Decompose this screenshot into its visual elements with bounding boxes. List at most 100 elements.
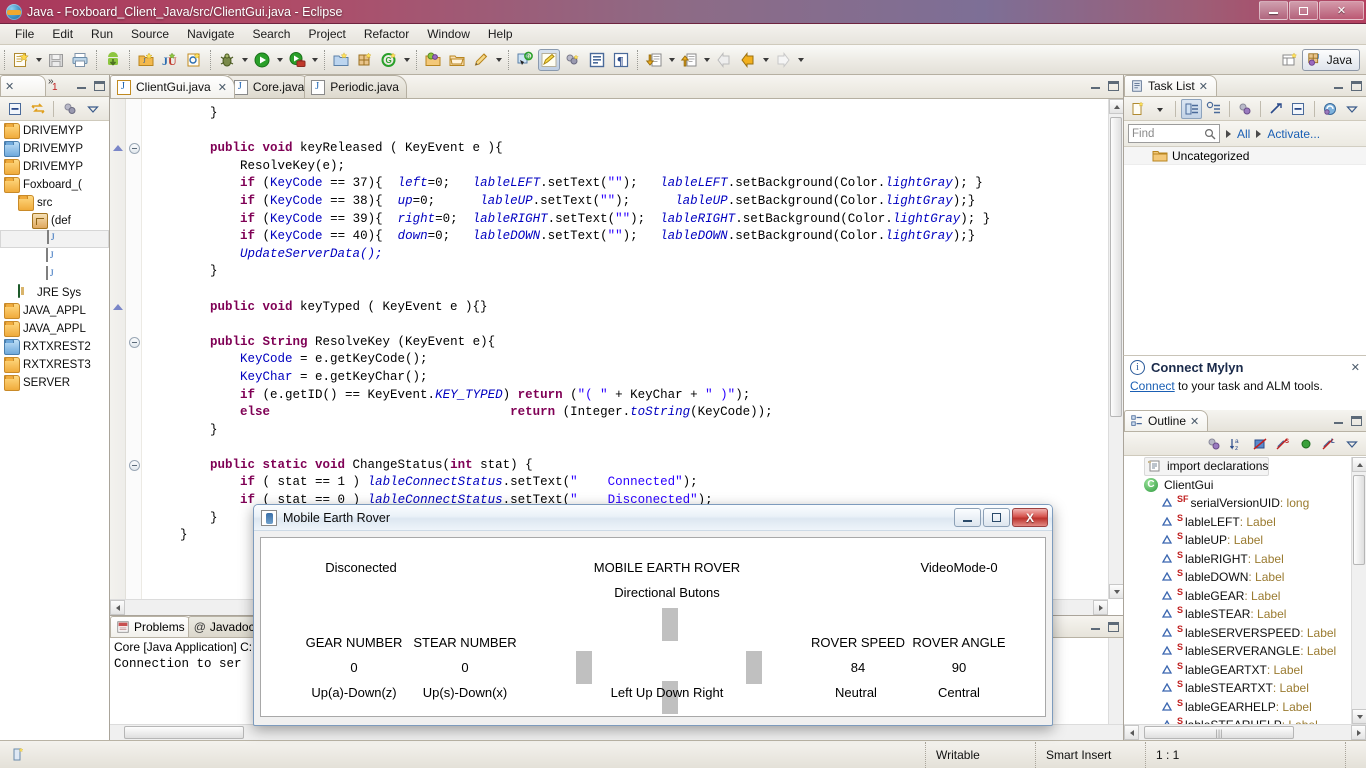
outline-item[interactable]: SlableGEAR : Label bbox=[1124, 587, 1366, 606]
open-perspective-icon[interactable] bbox=[1279, 49, 1301, 71]
new-java-package-icon[interactable]: J bbox=[135, 49, 157, 71]
outline-item[interactable]: SlableSERVERANGLE : Label bbox=[1124, 642, 1366, 661]
focus-on-active-task-icon[interactable] bbox=[1203, 434, 1224, 454]
dpad-left-indicator[interactable] bbox=[576, 651, 592, 684]
menu-search[interactable]: Search bbox=[243, 25, 299, 43]
view-menu-icon[interactable] bbox=[1342, 99, 1362, 119]
outline-item[interactable]: SlableSTEARTXT : Label bbox=[1124, 679, 1366, 698]
package-tree-item[interactable]: JAVA_APPL bbox=[0, 302, 109, 320]
focus-on-workweek-icon[interactable] bbox=[1235, 99, 1255, 119]
android-sdk-manager-icon[interactable] bbox=[102, 49, 124, 71]
task-category-uncategorized[interactable]: Uncategorized bbox=[1124, 147, 1366, 165]
tab-outline[interactable]: Outline ✕ bbox=[1124, 410, 1209, 431]
focus-on-active-task-icon[interactable]: G bbox=[514, 49, 536, 71]
editor-annotation-ruler[interactable] bbox=[110, 99, 126, 615]
hide-fields-icon[interactable] bbox=[1249, 434, 1270, 454]
new-package-icon[interactable] bbox=[354, 49, 376, 71]
outline-item[interactable]: SF serialVersionUID : long bbox=[1124, 494, 1366, 513]
scroll-left-arrow[interactable] bbox=[1124, 725, 1139, 740]
back-dropdown-arrow[interactable] bbox=[760, 49, 771, 71]
maximize-view-icon[interactable] bbox=[1349, 78, 1363, 91]
debug-icon[interactable] bbox=[216, 49, 238, 71]
forward-icon[interactable] bbox=[772, 49, 794, 71]
menu-help[interactable]: Help bbox=[479, 25, 522, 43]
menu-window[interactable]: Window bbox=[418, 25, 479, 43]
outline-vertical-scrollbar[interactable] bbox=[1351, 457, 1366, 724]
outline-scroll-thumb[interactable] bbox=[1353, 475, 1365, 565]
scroll-up-arrow[interactable] bbox=[1109, 99, 1124, 114]
new-junit-test-icon[interactable]: JU bbox=[159, 49, 181, 71]
sort-icon[interactable]: az bbox=[1226, 434, 1247, 454]
console-horizontal-scrollbar[interactable] bbox=[110, 724, 1123, 740]
back-icon[interactable] bbox=[737, 49, 759, 71]
rover-minimize-button[interactable] bbox=[954, 508, 981, 527]
hide-static-icon[interactable]: S bbox=[1272, 434, 1293, 454]
outline-item[interactable]: SlableSTEAR : Label bbox=[1124, 605, 1366, 624]
package-tree-item[interactable]: RXTXREST3 bbox=[0, 356, 109, 374]
categorized-presentation-icon[interactable] bbox=[1181, 98, 1202, 119]
save-icon[interactable] bbox=[45, 49, 67, 71]
outline-item[interactable]: SlableDOWN : Label bbox=[1124, 568, 1366, 587]
restore-tasks-icon[interactable] bbox=[1319, 99, 1339, 119]
outline-item[interactable]: SlableSTEARHELP : Label bbox=[1124, 716, 1366, 724]
pencil-icon[interactable] bbox=[470, 49, 492, 71]
close-icon[interactable]: ✕ bbox=[1190, 415, 1199, 428]
next-annotation-icon[interactable] bbox=[643, 49, 665, 71]
editor-folding-ruler[interactable] bbox=[126, 99, 142, 615]
window-restore-button[interactable] bbox=[1289, 1, 1318, 20]
package-tree-item[interactable]: DRIVEMYP bbox=[0, 122, 109, 140]
run-icon[interactable] bbox=[251, 49, 273, 71]
minimize-view-icon[interactable] bbox=[1331, 413, 1345, 426]
scroll-right-arrow[interactable] bbox=[1093, 600, 1108, 615]
console-vertical-scrollbar[interactable] bbox=[1108, 638, 1123, 724]
previous-annotation-dropdown-arrow[interactable] bbox=[701, 49, 712, 71]
collapse-all-icon[interactable] bbox=[1288, 99, 1308, 119]
maximize-view-icon[interactable] bbox=[92, 78, 106, 91]
console-scroll-thumb[interactable] bbox=[124, 726, 244, 739]
collapse-all-icon[interactable] bbox=[4, 99, 25, 119]
new-java-class-icon[interactable] bbox=[183, 49, 205, 71]
package-tree-item[interactable]: JRE Sys bbox=[0, 284, 109, 302]
package-tree-item[interactable]: src bbox=[0, 194, 109, 212]
menu-file[interactable]: File bbox=[6, 25, 43, 43]
menu-source[interactable]: Source bbox=[122, 25, 178, 43]
external-tools-dropdown-arrow[interactable] bbox=[309, 49, 320, 71]
minimize-view-icon[interactable] bbox=[74, 78, 88, 91]
all-expand-arrow[interactable] bbox=[1226, 129, 1231, 138]
dpad-right-indicator[interactable] bbox=[746, 651, 762, 684]
open-type-icon[interactable]: G bbox=[378, 49, 400, 71]
outline-item[interactable]: SlableGEARHELP : Label bbox=[1124, 698, 1366, 717]
task-activate-link[interactable]: Activate... bbox=[1267, 127, 1320, 141]
open-type-dropdown-arrow[interactable] bbox=[401, 49, 412, 71]
close-icon[interactable]: ✕ bbox=[5, 80, 14, 93]
scroll-left-arrow[interactable] bbox=[110, 600, 125, 615]
outline-item[interactable]: SlableGEARTXT : Label bbox=[1124, 661, 1366, 680]
external-tools-icon[interactable] bbox=[286, 49, 308, 71]
task-filter-all[interactable]: All bbox=[1237, 127, 1250, 141]
new-task-icon[interactable] bbox=[1128, 99, 1148, 119]
new-wizard-icon[interactable] bbox=[10, 49, 32, 71]
package-tree-item[interactable]: RXTXREST2 bbox=[0, 338, 109, 356]
hide-non-public-icon[interactable] bbox=[1295, 434, 1316, 454]
perspective-java-button[interactable]: J Java bbox=[1301, 48, 1360, 71]
view-menu-filter-icon[interactable] bbox=[59, 99, 80, 119]
menu-edit[interactable]: Edit bbox=[43, 25, 82, 43]
tab-package-explorer[interactable]: ✕ bbox=[0, 75, 46, 96]
mylyn-connect-link[interactable]: Connect bbox=[1130, 379, 1175, 393]
new-dropdown-arrow[interactable] bbox=[33, 49, 44, 71]
filter-completed-icon[interactable] bbox=[1266, 99, 1286, 119]
run-dropdown-arrow[interactable] bbox=[274, 49, 285, 71]
link-with-editor-icon[interactable] bbox=[27, 99, 48, 119]
editor-scroll-thumb[interactable] bbox=[1110, 117, 1122, 417]
menu-refactor[interactable]: Refactor bbox=[355, 25, 418, 43]
package-tree-item[interactable]: JAVA_APPL bbox=[0, 320, 109, 338]
next-annotation-dropdown-arrow[interactable] bbox=[666, 49, 677, 71]
outline-horizontal-scrollbar[interactable]: ||| bbox=[1124, 724, 1366, 740]
new-task-dropdown-arrow[interactable] bbox=[1150, 99, 1170, 119]
outline-item[interactable]: C ClientGui bbox=[1124, 476, 1366, 495]
activate-expand-arrow[interactable] bbox=[1256, 129, 1262, 138]
open-task-icon[interactable] bbox=[446, 49, 468, 71]
search-icon[interactable] bbox=[422, 49, 444, 71]
show-whitespace-icon[interactable] bbox=[562, 49, 584, 71]
package-tree-item[interactable] bbox=[0, 230, 109, 248]
